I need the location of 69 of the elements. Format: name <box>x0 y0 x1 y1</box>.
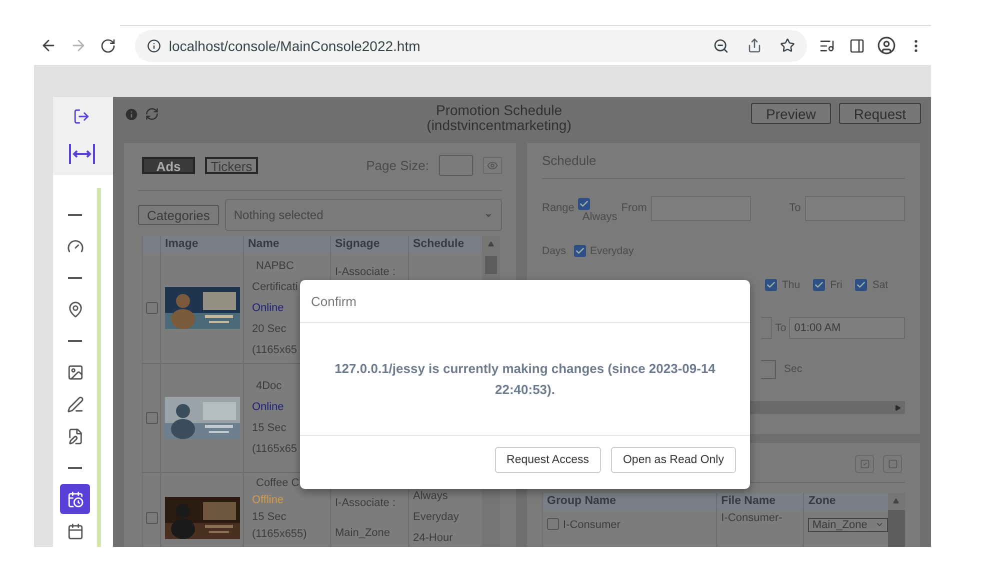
eye-button[interactable] <box>483 157 502 174</box>
page-title: Promotion Schedule <box>436 103 562 118</box>
signage-text: Main_Zone <box>335 526 390 540</box>
detail-text: (1165x655) <box>252 527 307 542</box>
refresh-icon[interactable] <box>145 107 159 121</box>
dialog-title: Confirm <box>311 294 357 308</box>
square-button[interactable] <box>883 455 902 474</box>
scrollbar-thumb[interactable] <box>485 256 497 274</box>
signage-text: I-Associate : <box>335 265 396 280</box>
scroll-right-icon[interactable] <box>895 404 901 410</box>
name-text: Coffee C <box>255 476 300 491</box>
detail-text: (1165x65 <box>252 342 298 358</box>
page-size-field[interactable] <box>439 155 473 176</box>
status-text: Offline <box>252 493 284 508</box>
schedule-text: Everyday <box>413 510 459 525</box>
dialog-button[interactable]: Request Access <box>494 447 601 473</box>
detail-text: 15 Sec <box>252 421 286 436</box>
schedule-text: 24-Hour <box>413 531 453 546</box>
signage-text: I-Associate : <box>335 496 396 510</box>
zoom-out-icon[interactable] <box>712 38 729 54</box>
file-text: I-Consumer- <box>721 510 782 526</box>
tab[interactable]: Tickers <box>205 157 258 174</box>
header-button[interactable]: Preview <box>751 103 831 124</box>
row-checkbox[interactable] <box>146 412 158 424</box>
page-subtitle: (indstvincentmarketing) <box>426 118 572 133</box>
row-checkbox[interactable] <box>146 512 158 524</box>
name-text: Certificati <box>252 280 298 294</box>
separator-line <box>68 467 82 469</box>
info-icon[interactable] <box>124 107 139 122</box>
info-icon <box>146 38 161 52</box>
time-field[interactable]: 01:00 AM <box>789 317 905 339</box>
status-text: Online <box>252 300 284 316</box>
separator-line <box>68 277 82 279</box>
calendar-clock-icon[interactable] <box>60 484 90 514</box>
schedule-text: Always <box>413 489 448 504</box>
detail-text: (1165x65 <box>252 442 298 457</box>
separator-line <box>68 340 82 342</box>
zone-select[interactable]: Main_Zone <box>808 518 888 532</box>
always-checkbox[interactable] <box>578 198 590 210</box>
detail-text: 15 Sec <box>252 510 286 525</box>
share-icon[interactable] <box>746 38 762 53</box>
dialog-button[interactable]: Open as Read Only <box>610 447 736 473</box>
expand-width-icon[interactable] <box>68 142 96 164</box>
everyday-checkbox[interactable] <box>574 245 586 257</box>
scroll-up-icon[interactable] <box>488 241 494 247</box>
field-edge <box>761 360 776 378</box>
header-button[interactable]: Request <box>838 103 921 124</box>
row-checkbox[interactable] <box>547 518 559 530</box>
tab[interactable]: Ads <box>142 157 195 174</box>
categories-button[interactable]: Categories <box>138 205 219 225</box>
status-text: Online <box>252 400 284 415</box>
separator-line <box>68 214 82 216</box>
edit-button[interactable] <box>855 455 874 474</box>
group-text: I-Consumer <box>563 518 620 532</box>
eye-icon <box>487 160 498 171</box>
star-icon[interactable] <box>780 38 795 53</box>
day-checkbox[interactable] <box>765 279 777 291</box>
square-icon <box>888 459 898 470</box>
name-text: NAPBC <box>255 258 294 274</box>
detail-text: 20 Sec <box>252 322 286 336</box>
row-checkbox[interactable] <box>146 302 158 314</box>
dialog-message: 127.0.0.1/jessy is currently making changes (since 2023-09-14 22:40:53). <box>334 360 716 399</box>
day-checkbox[interactable] <box>813 279 826 291</box>
check-square-icon <box>860 459 870 470</box>
logout-icon[interactable] <box>73 108 90 124</box>
name-text: 4Doc <box>255 379 282 394</box>
scroll-up-icon[interactable] <box>893 498 900 504</box>
day-checkbox[interactable] <box>855 279 868 291</box>
scrollbar-thumb[interactable] <box>888 510 906 547</box>
